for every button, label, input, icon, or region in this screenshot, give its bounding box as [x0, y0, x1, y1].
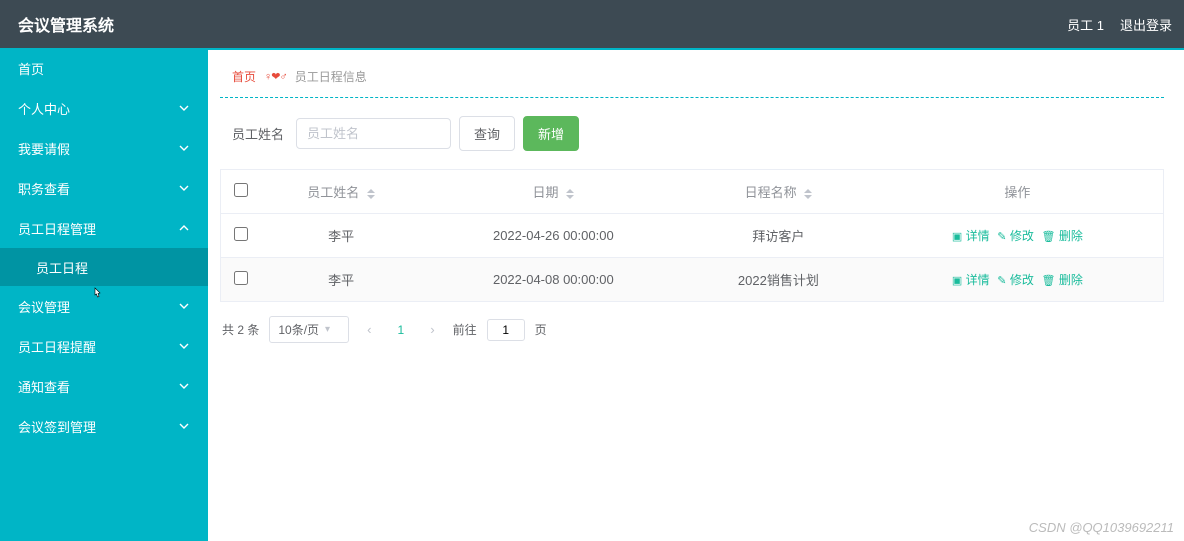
sidebar-subitem-schedule[interactable]: 员工日程 — [0, 248, 208, 286]
edit-icon: ✎ — [997, 275, 1006, 287]
pagination: 共 2 条 10条/页 ▾ ‹ 1 › 前往 页 — [220, 302, 1164, 357]
sidebar: 首页 个人中心 我要请假 职务查看 员工日程管理 员工日程 会议管理 员工日程提… — [0, 48, 208, 541]
sidebar-item-label: 通知查看 — [18, 377, 70, 396]
sidebar-item-label: 首页 — [18, 59, 44, 78]
chevron-down-icon — [178, 142, 190, 154]
sort-icon — [367, 189, 375, 199]
cell-schedule-name: 2022销售计划 — [685, 258, 872, 302]
cell-actions: ▣ 详情 ✎ 修改 🗑 删除 — [872, 258, 1164, 302]
chevron-down-icon — [178, 380, 190, 392]
column-header-date[interactable]: 日期 — [422, 170, 685, 214]
sidebar-item-label: 个人中心 — [18, 99, 70, 118]
sidebar-item-label: 职务查看 — [18, 179, 70, 198]
name-field-label: 员工姓名 — [232, 124, 284, 143]
detail-link[interactable]: ▣ 详情 — [952, 273, 990, 287]
edit-link[interactable]: ✎ 修改 — [997, 229, 1034, 243]
logout-link[interactable]: 退出登录 — [1120, 15, 1172, 34]
cell-name: 李平 — [261, 214, 422, 258]
detail-link[interactable]: ▣ 详情 — [952, 229, 990, 243]
edit-link[interactable]: ✎ 修改 — [997, 273, 1034, 287]
sidebar-item-label: 员工日程 — [36, 258, 88, 277]
table-row: 李平 2022-04-08 00:00:00 2022销售计划 ▣ 详情 ✎ 修… — [221, 258, 1164, 302]
column-header-schedule-name[interactable]: 日程名称 — [685, 170, 872, 214]
edit-icon: ✎ — [997, 231, 1006, 243]
delete-icon: 🗑 — [1042, 231, 1056, 243]
sidebar-item-notification[interactable]: 通知查看 — [0, 366, 208, 406]
breadcrumb-separator-icon: ♀❤♂ — [264, 70, 287, 83]
name-input[interactable] — [296, 118, 451, 149]
schedule-table: 员工姓名 日期 日程名称 操作 李平 — [220, 169, 1164, 302]
divider — [220, 97, 1164, 98]
goto-page-input[interactable] — [487, 319, 525, 341]
cell-name: 李平 — [261, 258, 422, 302]
select-all-checkbox[interactable] — [234, 183, 248, 197]
cell-actions: ▣ 详情 ✎ 修改 🗑 删除 — [872, 214, 1164, 258]
detail-icon: ▣ — [952, 231, 962, 243]
app-title: 会议管理系统 — [18, 12, 114, 36]
row-checkbox[interactable] — [234, 271, 248, 285]
chevron-down-icon: ▾ — [325, 324, 330, 335]
current-user[interactable]: 员工 1 — [1067, 15, 1104, 34]
sidebar-item-meeting-mgmt[interactable]: 会议管理 — [0, 286, 208, 326]
sidebar-item-checkin-mgmt[interactable]: 会议签到管理 — [0, 406, 208, 446]
cell-date: 2022-04-08 00:00:00 — [422, 258, 685, 302]
sidebar-item-schedule-mgmt[interactable]: 员工日程管理 — [0, 208, 208, 248]
cell-schedule-name: 拜访客户 — [685, 214, 872, 258]
sidebar-item-label: 我要请假 — [18, 139, 70, 158]
chevron-down-icon — [178, 300, 190, 312]
column-header-action: 操作 — [872, 170, 1164, 214]
sidebar-item-leave[interactable]: 我要请假 — [0, 128, 208, 168]
goto-label-prefix: 前往 — [453, 321, 477, 338]
chevron-down-icon — [178, 102, 190, 114]
breadcrumb-current: 员工日程信息 — [295, 68, 367, 85]
sort-icon — [566, 189, 574, 199]
row-checkbox[interactable] — [234, 227, 248, 241]
cell-date: 2022-04-26 00:00:00 — [422, 214, 685, 258]
toolbar: 员工姓名 查询 新增 — [220, 116, 1164, 169]
table-row: 李平 2022-04-26 00:00:00 拜访客户 ▣ 详情 ✎ 修改 🗑 … — [221, 214, 1164, 258]
sidebar-item-label: 会议签到管理 — [18, 417, 96, 436]
main-content: 首页 ♀❤♂ 员工日程信息 员工姓名 查询 新增 员工姓名 日期 — [208, 48, 1184, 541]
sidebar-item-schedule-reminder[interactable]: 员工日程提醒 — [0, 326, 208, 366]
search-button[interactable]: 查询 — [459, 116, 515, 151]
page-number[interactable]: 1 — [390, 319, 413, 341]
chevron-down-icon — [178, 182, 190, 194]
delete-icon: 🗑 — [1042, 275, 1056, 287]
prev-page-button[interactable]: ‹ — [359, 318, 379, 341]
breadcrumb-home[interactable]: 首页 — [232, 68, 256, 85]
next-page-button[interactable]: › — [422, 318, 442, 341]
app-header: 会议管理系统 员工 1 退出登录 — [0, 0, 1184, 48]
pagination-total: 共 2 条 — [222, 321, 259, 338]
chevron-down-icon — [178, 340, 190, 352]
column-header-name[interactable]: 员工姓名 — [261, 170, 422, 214]
page-size-select[interactable]: 10条/页 ▾ — [269, 316, 349, 343]
sidebar-item-profile[interactable]: 个人中心 — [0, 88, 208, 128]
add-button[interactable]: 新增 — [523, 116, 579, 151]
chevron-down-icon — [178, 420, 190, 432]
sidebar-item-label: 会议管理 — [18, 297, 70, 316]
delete-link[interactable]: 🗑 删除 — [1042, 229, 1083, 243]
header-right: 员工 1 退出登录 — [1067, 15, 1172, 34]
goto-label-suffix: 页 — [535, 321, 547, 338]
sidebar-item-home[interactable]: 首页 — [0, 48, 208, 88]
sidebar-item-label: 员工日程提醒 — [18, 337, 96, 356]
sort-icon — [804, 189, 812, 199]
delete-link[interactable]: 🗑 删除 — [1042, 273, 1083, 287]
chevron-up-icon — [178, 222, 190, 234]
breadcrumb: 首页 ♀❤♂ 员工日程信息 — [220, 62, 1164, 91]
detail-icon: ▣ — [952, 275, 962, 287]
sidebar-item-position[interactable]: 职务查看 — [0, 168, 208, 208]
sidebar-item-label: 员工日程管理 — [18, 219, 96, 238]
